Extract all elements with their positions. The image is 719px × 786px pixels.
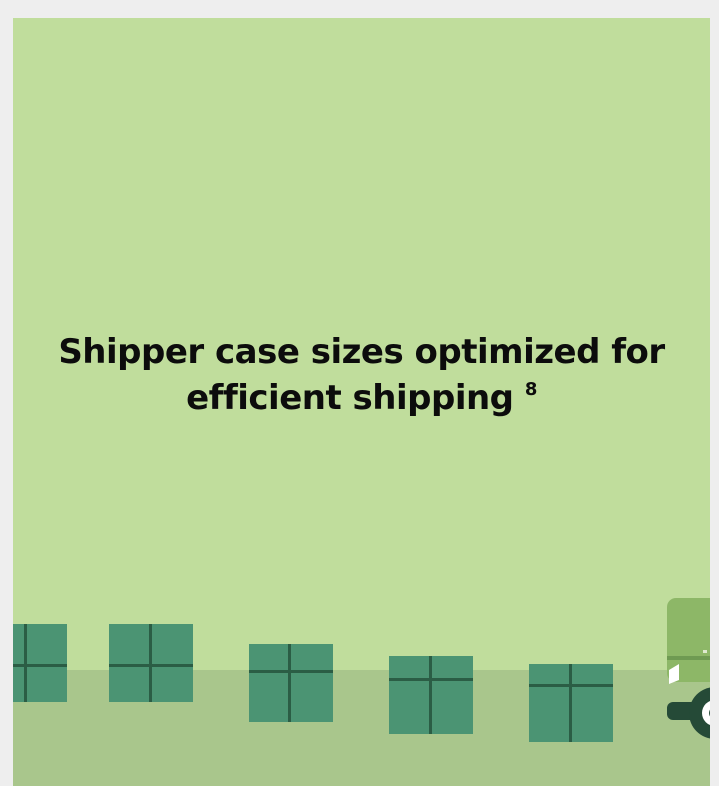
footnote-marker: 8 <box>524 379 538 400</box>
headline-line-2: efficient shipping 8 <box>13 375 710 421</box>
slide-headline: Shipper case sizes optimized for efficie… <box>13 329 710 421</box>
shipping-box-icon <box>529 664 613 742</box>
slide-panel: Shipper case sizes optimized for efficie… <box>13 18 710 786</box>
shipping-box-icon <box>389 656 473 734</box>
delivery-truck-icon <box>667 598 710 739</box>
headline-line-1: Shipper case sizes optimized for <box>58 332 665 372</box>
shipping-box-icon <box>109 624 193 702</box>
headline-line-2-text: efficient shipping <box>186 378 514 418</box>
shipping-box-icon <box>249 644 333 722</box>
shipping-box-icon <box>13 624 67 702</box>
